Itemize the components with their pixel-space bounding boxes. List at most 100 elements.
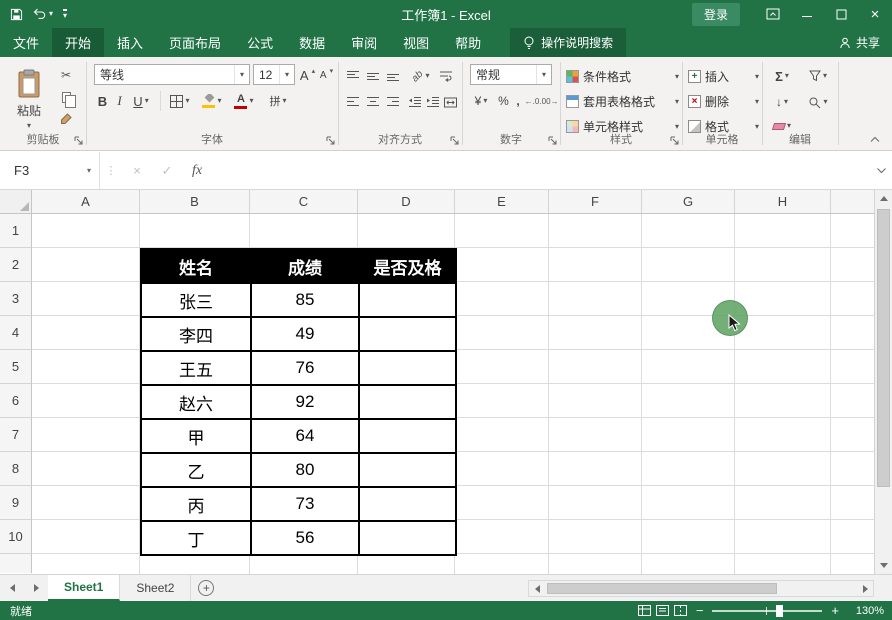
table-cell[interactable]: 张三 [140,282,252,318]
find-select-button[interactable]: ▾ [802,91,834,113]
increase-decimal-button[interactable]: ←.0 [524,90,540,112]
decrease-indent-button[interactable] [406,91,424,113]
table-cell[interactable] [358,486,457,522]
table-cell[interactable] [358,452,457,488]
table-cell[interactable]: 王五 [140,350,252,386]
orientation-button[interactable]: ab ▾ [408,65,434,87]
percent-style-button[interactable]: % [496,90,511,112]
align-right-button[interactable] [384,91,402,113]
conditional-formatting-button[interactable]: 条件格式 ▾ [566,65,679,88]
font-name-combo[interactable]: 等线 ▾ [94,64,250,85]
zoom-slider[interactable] [712,604,823,617]
enter-icon[interactable]: ✓ [152,163,182,179]
zoom-level[interactable]: 130% [848,605,884,617]
column-header-a[interactable]: A [32,190,140,213]
font-size-dropdown-icon[interactable]: ▾ [279,65,294,84]
increase-indent-button[interactable] [424,91,442,113]
font-size-combo[interactable]: 12 ▾ [253,64,295,85]
zoom-out-button[interactable]: − [696,604,704,617]
tab-file[interactable]: 文件 [0,28,52,57]
column-header-h[interactable]: H [735,190,831,213]
table-cell[interactable]: 92 [250,384,360,420]
tab-view[interactable]: 视图 [390,28,442,57]
sheet-tab-sheet2[interactable]: Sheet2 [120,575,192,601]
table-cell[interactable]: 赵六 [140,384,252,420]
tab-page-layout[interactable]: 页面布局 [156,28,234,57]
collapse-ribbon-button[interactable] [866,132,884,146]
alignment-dialog-launcher[interactable] [449,135,460,146]
column-header-f[interactable]: F [549,190,642,213]
tab-review[interactable]: 审阅 [338,28,390,57]
align-left-button[interactable] [344,91,362,113]
column-header-c[interactable]: C [250,190,358,213]
row-header-2[interactable]: 2 [0,248,32,282]
tab-insert[interactable]: 插入 [104,28,156,57]
row-header-5[interactable]: 5 [0,350,32,384]
styles-dialog-launcher[interactable] [669,135,680,146]
table-cell[interactable]: 丙 [140,486,252,522]
align-bottom-button[interactable] [384,65,402,87]
previous-sheet-button[interactable] [0,575,24,601]
page-break-view-icon[interactable] [673,605,687,616]
scroll-down-button[interactable] [875,557,892,574]
table-cell[interactable]: 乙 [140,452,252,488]
close-button[interactable]: × [858,0,892,28]
table-cell[interactable] [358,350,457,386]
scroll-right-button[interactable] [857,581,873,596]
row-header-3[interactable]: 3 [0,282,32,316]
tab-data[interactable]: 数据 [286,28,338,57]
number-format-combo[interactable]: 常规 ▾ [470,64,552,85]
sign-in-button[interactable]: 登录 [691,2,740,26]
clipboard-dialog-launcher[interactable] [73,135,84,146]
save-button[interactable] [10,8,23,21]
select-all-button[interactable] [0,190,32,213]
table-cell[interactable]: 80 [250,452,360,488]
ribbon-display-options-button[interactable] [756,0,790,28]
table-header-cell[interactable]: 姓名 [140,248,252,284]
table-cell[interactable]: 56 [250,520,360,556]
delete-cells-button[interactable]: × 删除 ▾ [688,90,759,113]
cancel-icon[interactable]: × [122,163,152,178]
number-dialog-launcher[interactable] [547,135,558,146]
table-cell[interactable] [358,520,457,556]
table-cell[interactable]: 73 [250,486,360,522]
zoom-in-button[interactable]: + [831,604,839,617]
row-header-1[interactable]: 1 [0,214,32,248]
undo-button[interactable]: ▾ [33,8,53,20]
sort-filter-button[interactable]: ▾ [802,65,834,87]
horizontal-scroll-thumb[interactable] [547,583,777,594]
cut-button[interactable]: ✂ [55,65,77,85]
share-button[interactable]: 共享 [829,28,890,57]
merge-center-button[interactable] [442,91,458,113]
align-top-button[interactable] [344,65,362,87]
increase-font-size-button[interactable]: A ▴ [298,64,317,86]
formula-bar-expand-button[interactable] [870,167,892,174]
autosum-button[interactable]: Σ ▾ [766,65,798,87]
maximize-button[interactable] [824,0,858,28]
decrease-decimal-button[interactable]: .00→ [539,90,558,112]
scroll-up-button[interactable] [875,190,892,207]
table-cell[interactable] [358,316,457,352]
comma-style-button[interactable]: , [512,90,524,112]
formula-input[interactable] [212,152,870,189]
wrap-text-button[interactable] [436,65,456,87]
customize-quick-access-button[interactable]: ▾ [63,8,68,20]
tab-home[interactable]: 开始 [52,28,105,57]
vertical-scrollbar[interactable] [874,190,892,574]
sheet-tab-sheet1[interactable]: Sheet1 [48,575,121,601]
phonetic-guide-button[interactable]: 拼 ▾ [262,90,294,112]
normal-view-icon[interactable] [637,605,651,616]
format-as-table-button[interactable]: 套用表格格式 ▾ [566,90,679,113]
fill-button[interactable]: ↓ ▾ [766,91,798,113]
name-box-dropdown-icon[interactable]: ▾ [79,166,99,175]
paste-button[interactable]: 粘贴 ▾ [5,63,53,136]
align-middle-button[interactable] [364,65,382,87]
underline-dropdown-icon[interactable]: ▾ [145,97,149,105]
insert-function-icon[interactable]: fx [182,163,212,179]
italic-button[interactable]: I [112,90,127,112]
page-layout-view-icon[interactable] [655,605,669,616]
number-format-dropdown-icon[interactable]: ▾ [536,65,551,84]
align-center-button[interactable] [364,91,382,113]
row-header-9[interactable]: 9 [0,486,32,520]
bold-button[interactable]: B [94,90,111,112]
